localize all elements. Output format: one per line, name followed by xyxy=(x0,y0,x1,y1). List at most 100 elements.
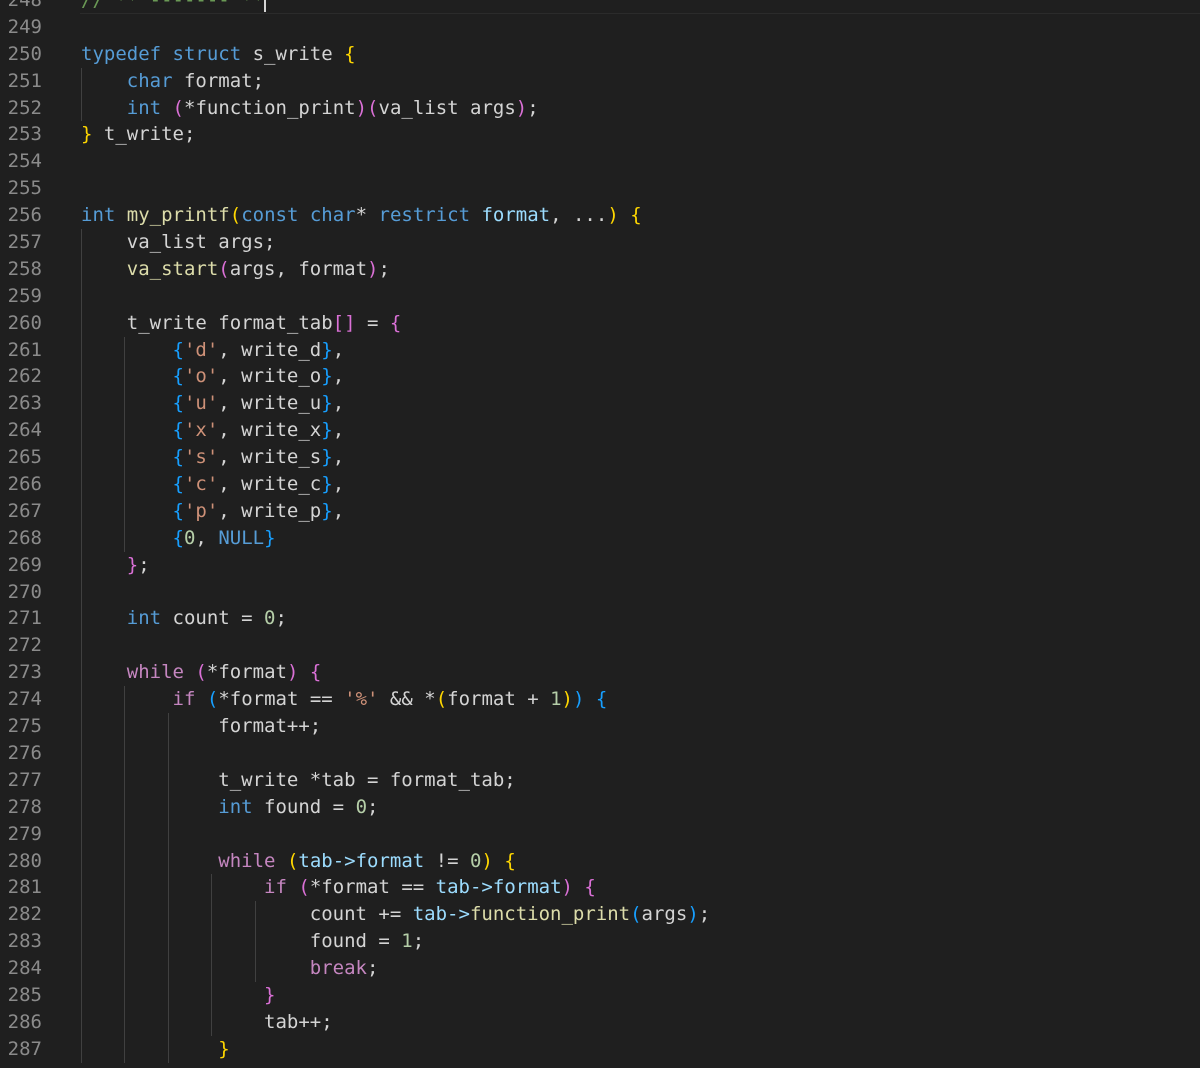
line-number: 275 xyxy=(7,715,42,738)
code-line[interactable]: 261 {'d', write_d}, xyxy=(0,336,1200,364)
code-line[interactable]: 256 int my_printf(const char* restrict fo… xyxy=(0,202,1200,229)
code-line[interactable]: 278 int found = 0; xyxy=(0,793,1200,821)
code-line[interactable]: 272 xyxy=(0,632,1200,660)
line-code[interactable]: {'p', write_p}, xyxy=(81,498,345,525)
code-line[interactable]: 267 {'p', write_p}, xyxy=(0,497,1200,525)
line-number: 261 xyxy=(7,338,42,361)
code-line[interactable]: 277 t_write *tab = format_tab; xyxy=(0,766,1200,794)
line-code[interactable]: typedef struct s_write { xyxy=(81,41,356,68)
code-token: ( xyxy=(172,96,184,119)
indent-guide xyxy=(211,901,213,929)
indent-guide xyxy=(81,955,82,982)
code-line[interactable]: 248 // ** ------- ** xyxy=(0,0,1200,14)
line-code[interactable]: }; xyxy=(81,552,150,579)
code-line[interactable]: 286 tab++; xyxy=(0,1008,1200,1036)
indent-guide xyxy=(124,713,126,740)
line-code[interactable]: {0, NULL} xyxy=(81,525,276,552)
code-line[interactable]: 260 t_write format_tab[] = { xyxy=(0,309,1200,337)
code-token: ) xyxy=(687,903,699,926)
code-line[interactable]: 270 xyxy=(0,578,1200,606)
code-line[interactable]: 285 } xyxy=(0,981,1200,1009)
code-line[interactable]: 279 xyxy=(0,820,1200,848)
line-number: 254 xyxy=(7,150,42,173)
code-token: t_write; xyxy=(92,123,196,146)
code-line[interactable]: 254 xyxy=(0,148,1200,175)
line-code[interactable]: char format; xyxy=(81,68,264,95)
code-line[interactable]: 282 count += tab->function_print(args); xyxy=(0,901,1200,929)
code-lines[interactable]: 248 // ** ------- ** 249 250 typedef struct … xyxy=(0,0,1200,1063)
code-token: char xyxy=(309,204,356,227)
code-line[interactable]: 262 {'o', write_o}, xyxy=(0,363,1200,391)
code-line[interactable]: 252 int (*function_print)(va_list args); xyxy=(0,94,1200,122)
code-token: ; xyxy=(527,96,539,119)
line-number: 252 xyxy=(7,96,42,119)
line-code[interactable]: } xyxy=(81,982,275,1009)
line-code[interactable]: int found = 0; xyxy=(81,794,378,821)
code-line[interactable]: 266 {'c', write_c}, xyxy=(0,471,1200,498)
code-token: } xyxy=(126,553,139,576)
code-line[interactable]: 263 {'u', write_u}, xyxy=(0,390,1200,418)
code-line[interactable]: 253} t_write; xyxy=(0,121,1200,148)
line-code[interactable]: // ** ------- ** xyxy=(81,0,267,14)
line-code[interactable]: {'u', write_u}, xyxy=(81,390,345,417)
line-code[interactable]: format++; xyxy=(81,713,321,740)
line-code[interactable]: } xyxy=(81,1036,229,1063)
code-line[interactable]: 268 {0, NULL} xyxy=(0,524,1200,552)
line-code[interactable]: {'d', write_d}, xyxy=(81,337,345,364)
line-code[interactable]: int (*function_print)(va_list args); xyxy=(81,95,539,122)
indent-guide xyxy=(81,659,82,687)
line-code[interactable]: {'x', write_x}, xyxy=(81,417,345,444)
code-line[interactable]: 249 xyxy=(0,14,1200,41)
line-code[interactable]: } t_write; xyxy=(81,121,195,148)
code-line[interactable]: 273 while (*format) { xyxy=(0,659,1200,687)
code-editor[interactable]: 248 // ** ------- ** 249 250 typedef struct … xyxy=(0,0,1200,1068)
line-code[interactable]: t_write *tab = format_tab; xyxy=(81,767,515,794)
code-line[interactable]: 255 xyxy=(0,175,1200,202)
line-code[interactable]: if (*format == tab->format) { xyxy=(81,874,596,901)
indent-guide xyxy=(81,928,82,956)
code-line[interactable]: 284 break; xyxy=(0,955,1200,982)
line-code[interactable]: t_write format_tab[] = { xyxy=(81,310,402,337)
code-line[interactable]: 271 int count = 0; xyxy=(0,605,1200,633)
code-line[interactable]: 276 xyxy=(0,739,1200,767)
line-code[interactable]: while (*format) { xyxy=(81,659,322,686)
indent-guide xyxy=(81,901,82,929)
line-code[interactable]: if (*format == '%' && *(format + 1)) { xyxy=(81,686,608,713)
code-line[interactable]: 257 va_list args; xyxy=(0,229,1200,256)
code-line[interactable]: 269 }; xyxy=(0,551,1200,579)
line-code[interactable]: va_list args; xyxy=(81,229,276,256)
line-code[interactable]: {'c', write_c}, xyxy=(81,471,345,498)
indent-guide xyxy=(81,94,82,122)
code-line[interactable]: 275 format++; xyxy=(0,713,1200,740)
code-token: , write_p xyxy=(218,499,322,522)
line-code[interactable]: found = 1; xyxy=(81,928,424,955)
code-token: int xyxy=(126,607,162,630)
code-token: } xyxy=(81,123,93,146)
line-code[interactable]: tab++; xyxy=(81,1009,333,1036)
line-number: 287 xyxy=(7,1037,42,1060)
line-code[interactable]: {'s', write_s}, xyxy=(81,444,345,471)
code-line[interactable]: 280 while (tab->format != 0) { xyxy=(0,847,1200,875)
code-token: 0 xyxy=(355,795,368,818)
code-line[interactable]: 251 char format; xyxy=(0,67,1200,95)
code-line[interactable]: 264 {'x', write_x}, xyxy=(0,417,1200,445)
indent-guide xyxy=(81,309,82,337)
line-code[interactable]: while (tab->format != 0) { xyxy=(81,848,516,875)
line-number: 256 xyxy=(7,204,42,227)
code-line[interactable]: 274 if (*format == '%' && *(format + 1))… xyxy=(0,686,1200,714)
code-line[interactable]: 281 if (*format == tab->format) { xyxy=(0,874,1200,902)
line-code[interactable]: int my_printf(const char* restrict forma… xyxy=(81,202,642,229)
line-code[interactable]: count += tab->function_print(args); xyxy=(81,901,710,928)
code-line[interactable]: 258 va_start(args, format); xyxy=(0,255,1200,283)
code-line[interactable]: 265 {'s', write_s}, xyxy=(0,444,1200,472)
code-line[interactable]: 250 typedef struct s_write { xyxy=(0,41,1200,68)
line-code[interactable]: break; xyxy=(81,955,379,982)
code-line[interactable]: 283 found = 1; xyxy=(0,928,1200,956)
code-line[interactable]: 259 xyxy=(0,282,1200,310)
line-code[interactable]: int count = 0; xyxy=(81,605,287,632)
code-line[interactable]: 287 } xyxy=(0,1035,1200,1063)
line-code[interactable]: {'o', write_o}, xyxy=(81,363,345,390)
line-code[interactable]: va_start(args, format); xyxy=(81,256,390,283)
